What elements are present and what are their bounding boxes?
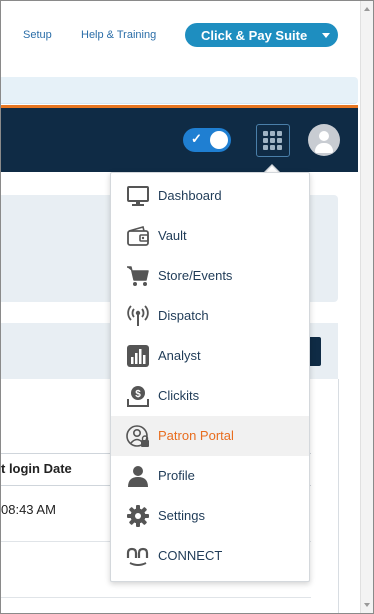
scroll-down-arrow-icon[interactable] <box>364 603 370 607</box>
menu-item-connect[interactable]: CONNECT <box>111 536 309 576</box>
scrollbar[interactable] <box>360 1 373 613</box>
app-grid-button[interactable] <box>256 124 290 157</box>
announcement-bar <box>1 77 358 104</box>
bar-chart-icon <box>127 345 149 367</box>
user-avatar[interactable] <box>308 124 340 156</box>
coin-tray-icon: $ <box>127 386 149 407</box>
menu-item-label: Patron Portal <box>158 428 234 443</box>
help-training-link[interactable]: Help & Training <box>81 29 156 41</box>
table-header-login-date: t login Date <box>1 461 72 476</box>
menu-item-label: Profile <box>158 468 195 483</box>
main-navbar: ✓ <box>1 108 358 172</box>
table-cell-login-time: 08:43 AM <box>1 502 56 517</box>
menu-item-label: Dispatch <box>158 308 209 323</box>
menu-item-store-events[interactable]: Store/Events <box>111 256 309 296</box>
menu-item-label: Vault <box>158 228 187 243</box>
suite-button-label: Click & Pay Suite <box>201 28 308 43</box>
check-icon: ✓ <box>191 131 202 146</box>
menu-item-label: Dashboard <box>158 188 222 203</box>
app-window: Setup Help & Training Click & Pay Suite … <box>0 0 374 614</box>
top-bar: Setup Help & Training Click & Pay Suite <box>1 1 373 71</box>
user-lock-icon <box>126 425 149 447</box>
chevron-down-icon <box>322 33 330 38</box>
table-row-divider <box>1 597 311 598</box>
grid-icon <box>263 131 268 136</box>
menu-item-label: Analyst <box>158 348 201 363</box>
svg-text:$: $ <box>135 389 141 400</box>
menu-item-patron-portal[interactable]: Patron Portal <box>111 416 309 456</box>
menu-item-label: Clickits <box>158 388 200 403</box>
avatar-icon <box>319 131 329 141</box>
setup-link[interactable]: Setup <box>23 29 52 41</box>
mode-toggle[interactable]: ✓ <box>183 128 231 152</box>
monitor-icon <box>127 186 149 206</box>
connect-logo-icon <box>126 547 149 566</box>
menu-item-analyst[interactable]: Analyst <box>111 336 309 376</box>
click-pay-suite-button[interactable]: Click & Pay Suite <box>185 23 338 47</box>
user-icon <box>128 466 148 487</box>
app-switcher-menu: Dashboard Vault Store/Events Dispatch An… <box>110 172 310 582</box>
cart-icon <box>127 266 149 286</box>
menu-item-label: Settings <box>158 508 205 523</box>
scroll-up-arrow-icon[interactable] <box>364 7 370 11</box>
menu-item-label: CONNECT <box>158 548 223 563</box>
toggle-knob <box>210 131 228 149</box>
menu-item-vault[interactable]: Vault <box>111 216 309 256</box>
broadcast-icon <box>127 305 149 326</box>
menu-item-clickits[interactable]: $ Clickits <box>111 376 309 416</box>
menu-item-settings[interactable]: Settings <box>111 496 309 536</box>
menu-item-label: Store/Events <box>158 268 233 283</box>
gear-icon <box>127 505 149 527</box>
menu-item-dispatch[interactable]: Dispatch <box>111 296 309 336</box>
wallet-icon <box>127 226 149 246</box>
menu-item-profile[interactable]: Profile <box>111 456 309 496</box>
menu-item-dashboard[interactable]: Dashboard <box>111 176 309 216</box>
